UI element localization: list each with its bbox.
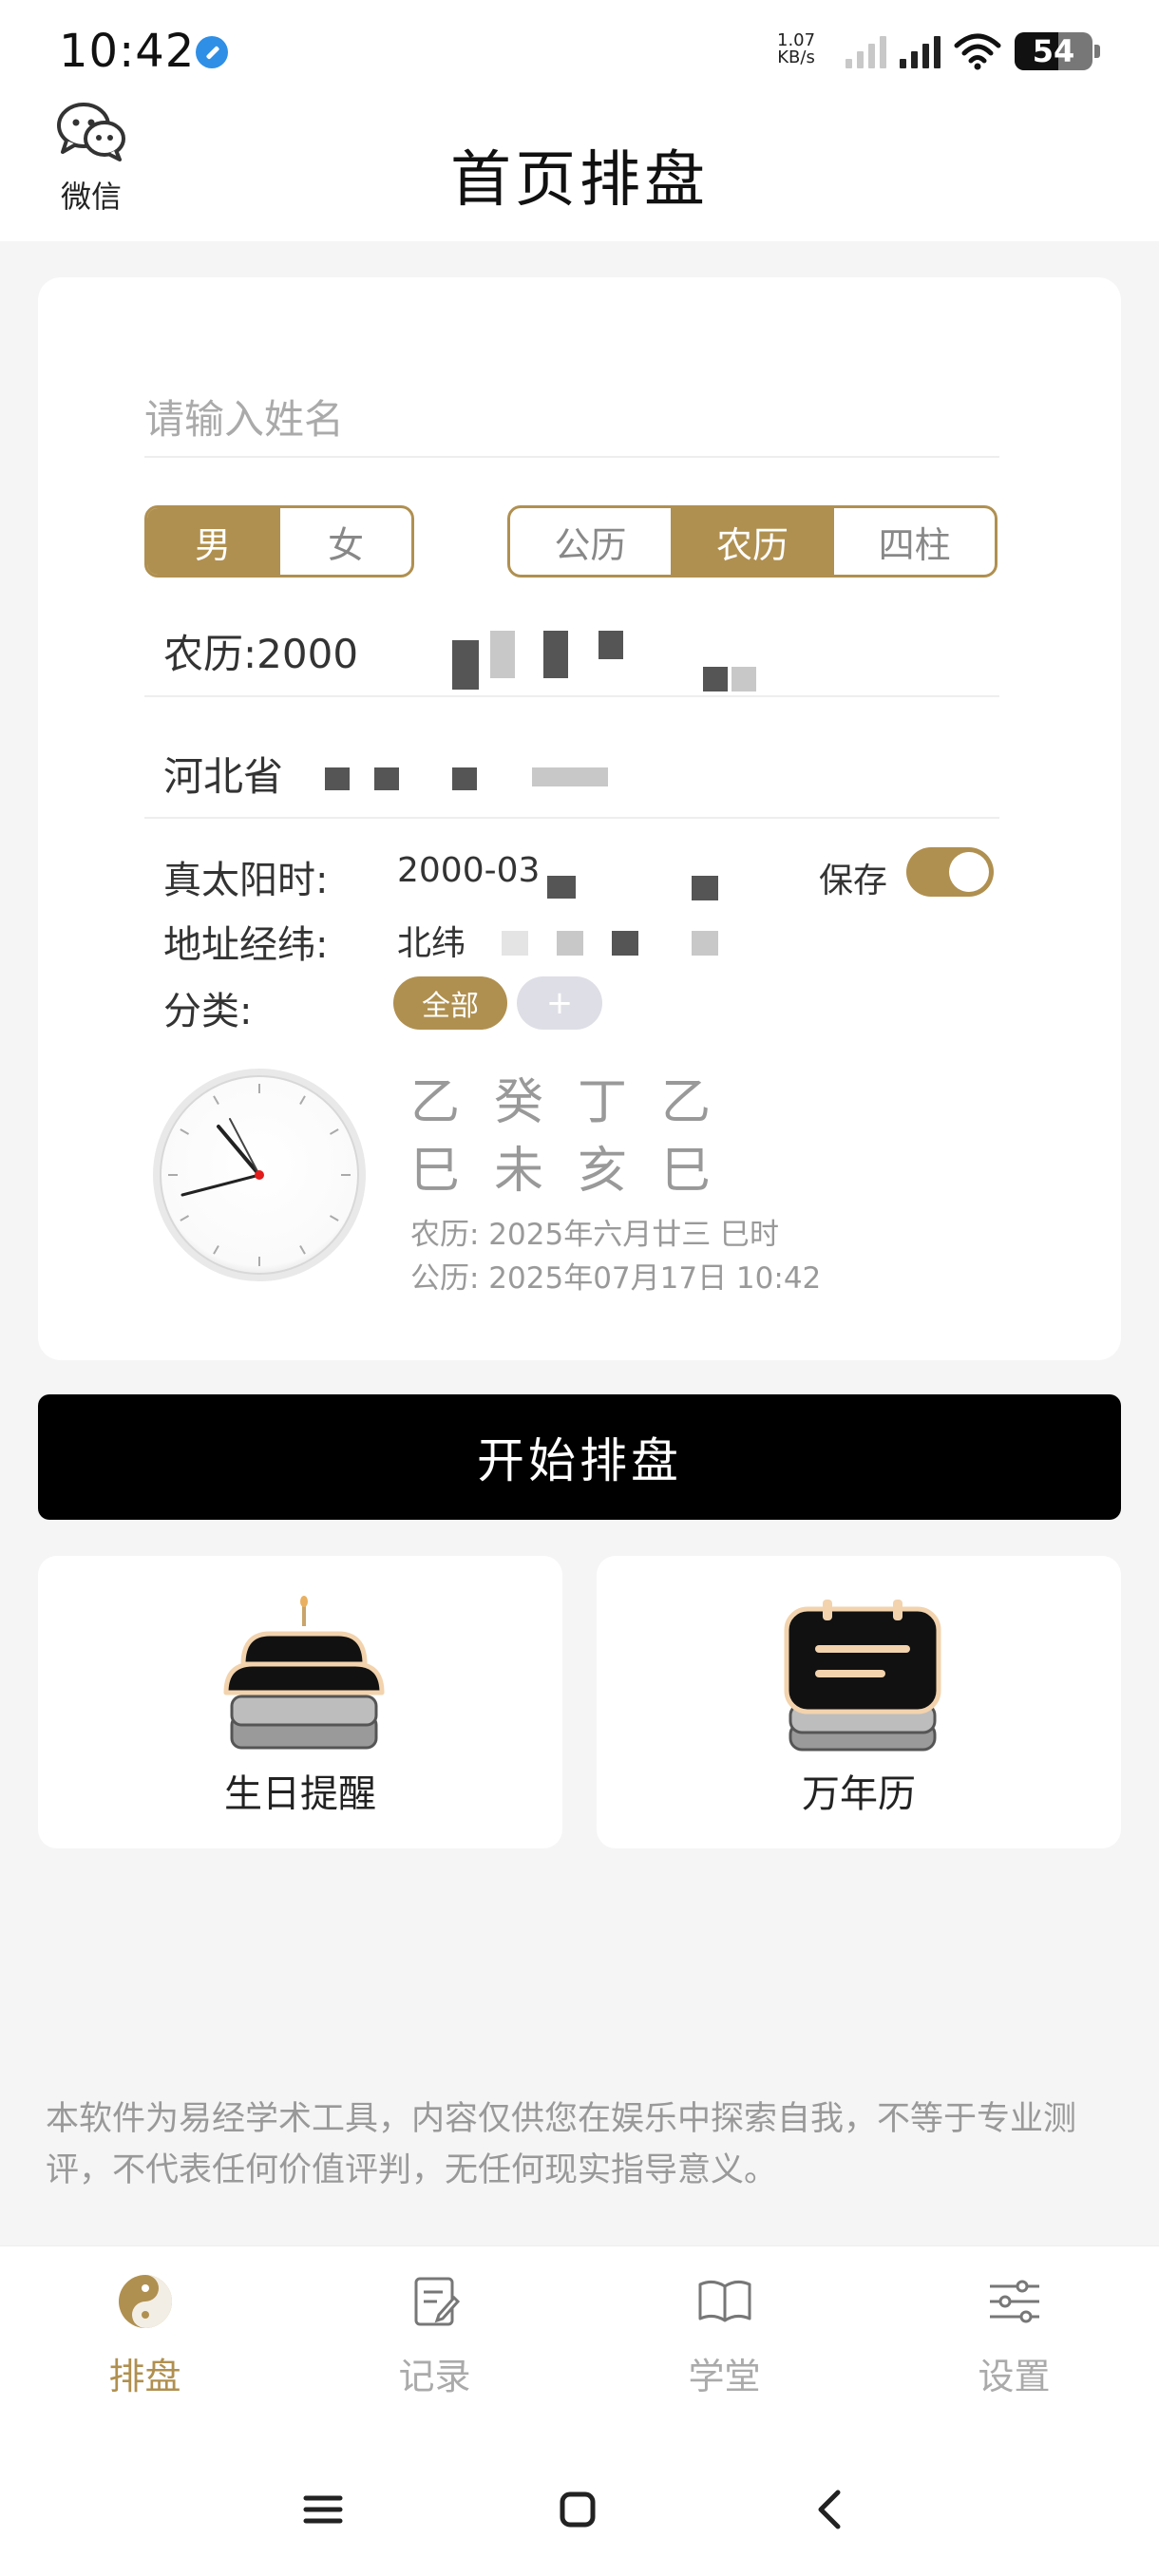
gender-option-female[interactable]: 女 (278, 508, 411, 575)
chart-form-card: 男 女 公历 农历 四柱 农历:2000 河北省 真太阳时: 2000-03 保… (38, 277, 1121, 1360)
privacy-mask (452, 640, 479, 690)
category-chip-all[interactable]: 全部 (393, 976, 507, 1030)
signal-sim2-icon (846, 34, 886, 68)
bottom-tab-bar: 排盘 记录 学堂 设置 (0, 2245, 1159, 2441)
privacy-mask (598, 631, 623, 659)
sliders-icon (989, 2280, 1039, 2323)
tab-chart[interactable]: 排盘 (0, 2246, 290, 2441)
privacy-mask (543, 631, 568, 678)
true-solar-time-label: 真太阳时: (163, 859, 329, 902)
privacy-mask (612, 931, 638, 956)
privacy-mask (325, 767, 350, 790)
tab-records[interactable]: 记录 (290, 2246, 580, 2441)
current-solar-date: 公历: 2025年07月17日 10:42 (410, 1261, 822, 1296)
privacy-mask (732, 667, 756, 691)
birthday-reminder-tile[interactable]: 生日提醒 (38, 1556, 562, 1848)
privacy-mask (374, 767, 399, 790)
header: 微信 首页排盘 (0, 99, 1159, 241)
save-label: 保存 (819, 862, 888, 900)
notes-icon (414, 2277, 460, 2326)
birth-date-value: 农历:2000 (163, 631, 359, 677)
tab-settings[interactable]: 设置 (869, 2246, 1159, 2441)
tab-records-label: 记录 (398, 2356, 471, 2397)
privacy-mask (547, 876, 576, 899)
true-solar-time-value: 2000-03 (397, 851, 541, 890)
start-chart-button[interactable]: 开始排盘 (38, 1394, 1121, 1520)
name-input[interactable] (144, 382, 999, 458)
home-icon[interactable] (557, 2489, 598, 2530)
status-time: 10:42 (59, 25, 196, 78)
tab-settings-label: 设置 (978, 2356, 1051, 2397)
tab-school[interactable]: 学堂 (580, 2246, 869, 2441)
privacy-mask (703, 667, 728, 691)
birth-place-value: 河北省 (163, 753, 284, 800)
battery-icon: 54 (1015, 32, 1100, 70)
yin-yang-icon (118, 2275, 172, 2328)
gender-option-male[interactable]: 男 (147, 508, 278, 575)
tab-chart-label: 排盘 (108, 2356, 181, 2397)
disclaimer-text: 本软件为易经学术工具，内容仅供您在娱乐中探索自我，不等于专业测评，不代表任何价值… (46, 2100, 1077, 2189)
calendar-type-selector: 公历 农历 四柱 (507, 505, 998, 578)
perpetual-calendar-label: 万年历 (802, 1772, 916, 1816)
menu-icon[interactable] (302, 2489, 344, 2530)
book-icon (698, 2280, 750, 2322)
birthday-reminder-label: 生日提醒 (224, 1772, 376, 1816)
status-bar: 10:42 1.07 KB/s 54 (0, 0, 1159, 99)
battery-level: 54 (1032, 33, 1075, 69)
cake-icon (223, 1596, 385, 1750)
coordinates-value: 北纬 (397, 924, 466, 963)
gender-selector: 男 女 (144, 505, 414, 578)
status-icons: 54 (846, 32, 1100, 70)
add-category-button[interactable]: + (517, 976, 602, 1030)
birth-date-field[interactable]: 农历:2000 (144, 612, 999, 697)
save-toggle[interactable] (906, 847, 994, 897)
category-label: 分类: (163, 990, 253, 1033)
network-speed-unit: KB/s (777, 47, 815, 67)
privacy-mask (532, 767, 608, 786)
calendar-option-lunar[interactable]: 农历 (670, 508, 833, 575)
network-speed: 1.07 KB/s (777, 32, 815, 66)
page-title: 首页排盘 (450, 145, 709, 216)
back-icon[interactable] (809, 2489, 851, 2530)
app-root: 10:42 1.07 KB/s 54 微信 首页排盘 请输入姓名 男 女 公历 … (0, 0, 1159, 2576)
clock-icon (153, 1069, 366, 1281)
privacy-mask (557, 931, 583, 956)
privacy-mask (490, 631, 515, 678)
privacy-mask (452, 767, 477, 790)
calendar-option-solar[interactable]: 公历 (510, 508, 671, 575)
perpetual-calendar-tile[interactable]: 万年历 (597, 1556, 1121, 1848)
privacy-mask (502, 931, 528, 956)
privacy-mask (692, 931, 718, 956)
bazi-heavenly-stems: 乙癸丁乙 (410, 1074, 746, 1131)
bazi-earthly-branches: 巳未亥巳 (410, 1143, 746, 1200)
calendar-option-four-pillars[interactable]: 四柱 (832, 508, 995, 575)
compass-icon (196, 36, 228, 68)
signal-sim1-icon (900, 34, 940, 68)
tab-school-label: 学堂 (688, 2356, 761, 2397)
calendar-icon (784, 1600, 941, 1752)
privacy-mask (692, 876, 718, 900)
system-navigation-bar (0, 2441, 1159, 2576)
wifi-icon (954, 33, 1001, 70)
coordinates-label: 地址经纬: (163, 923, 329, 967)
current-lunar-date: 农历: 2025年六月廿三 巳时 (410, 1218, 780, 1252)
